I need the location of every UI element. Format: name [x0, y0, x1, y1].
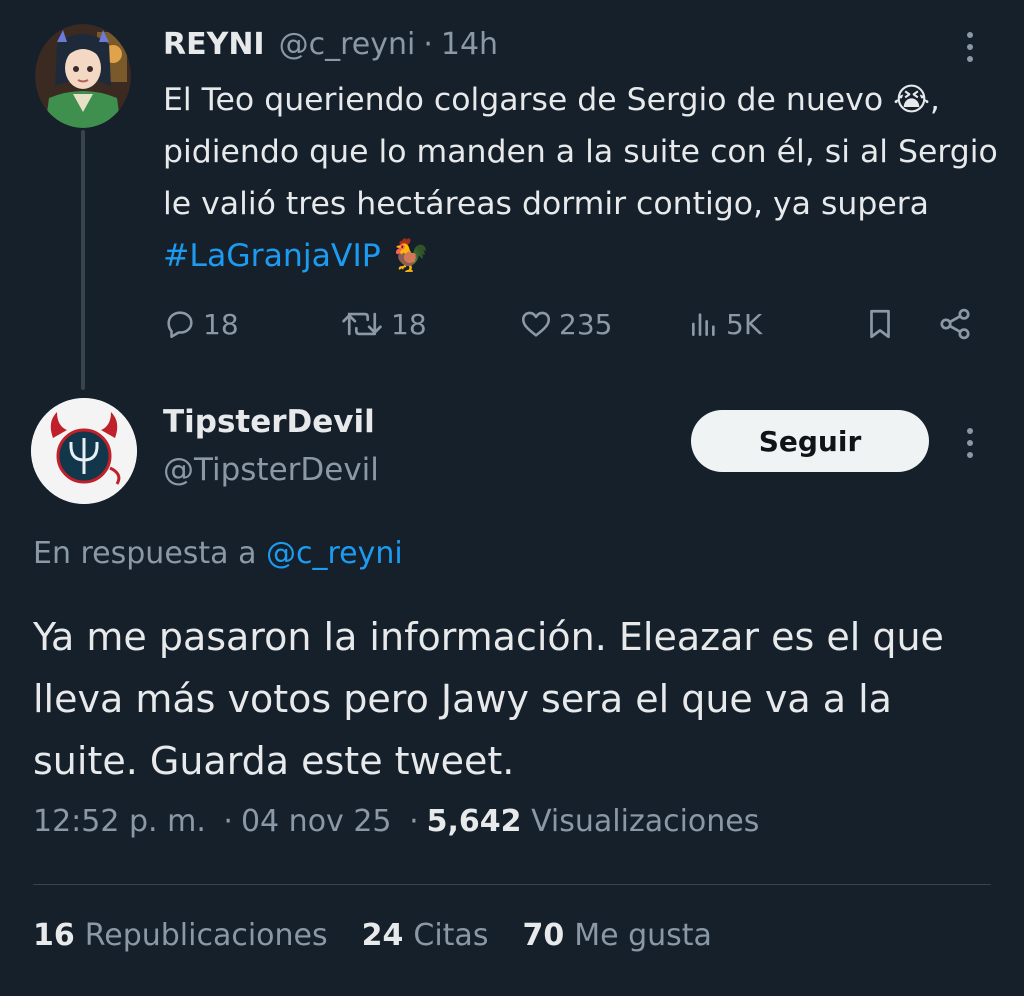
share-icon: [940, 308, 970, 340]
bookmark-icon: [870, 309, 890, 339]
reply-context: En respuesta a @c_reyni: [33, 536, 403, 571]
share-button[interactable]: [937, 300, 973, 348]
like-button[interactable]: 235: [519, 300, 612, 348]
analytics-icon: [692, 313, 715, 336]
tweet1-text: El Teo queriendo colgarse de Sergio de n…: [163, 74, 1003, 282]
reyni-avatar-illustration: [35, 24, 131, 128]
tipsterdevil-avatar[interactable]: [31, 398, 137, 504]
reyni-avatar[interactable]: [35, 24, 131, 128]
likes-label: Me gusta: [574, 918, 712, 953]
crying-face-emoji: 😭: [893, 82, 930, 118]
tweet1-header: REYNI @c_reyni · 14h: [163, 22, 498, 66]
tweet1-text-part1: El Teo queriendo colgarse de Sergio de n…: [163, 82, 884, 118]
bookmark-button[interactable]: [863, 300, 897, 348]
retweet-icon: [342, 312, 382, 336]
tweet2-handle[interactable]: @TipsterDevil: [163, 452, 379, 488]
reply-icon: [167, 311, 193, 339]
view-count: 5,642: [426, 804, 522, 839]
tweet1-action-bar: 18 18 235 5K: [163, 300, 983, 348]
retweet-count: 18: [391, 307, 427, 341]
republications-stat[interactable]: 16 Republicaciones: [33, 918, 328, 953]
likes-stat[interactable]: 70 Me gusta: [522, 918, 711, 953]
heart-icon: [521, 311, 551, 337]
tweet1-handle[interactable]: @c_reyni: [279, 27, 416, 62]
tweet2-meta: 12:52 p. m. · 04 nov 25 · 5,642 Visualizac…: [33, 804, 759, 839]
republications-count: 16: [33, 918, 75, 953]
tweet2-display-name[interactable]: TipsterDevil: [163, 404, 375, 440]
more-options-icon[interactable]: [966, 32, 974, 62]
tweet1-time[interactable]: 14h: [441, 27, 498, 62]
meta-separator: ·: [409, 804, 419, 839]
reply-count: 18: [203, 307, 239, 341]
hashtag-link[interactable]: #LaGranjaVIP: [163, 238, 381, 274]
more-options-icon[interactable]: [966, 428, 974, 458]
follow-button[interactable]: Seguir: [691, 410, 929, 472]
engagement-stats: 16 Republicaciones 24 Citas 70 Me gusta: [33, 918, 712, 953]
tweet-thread: REYNI @c_reyni · 14h El Teo queriendo co…: [0, 0, 1024, 996]
republications-label: Republicaciones: [84, 918, 328, 953]
divider: [33, 884, 991, 885]
quotes-count: 24: [361, 918, 404, 953]
reply-to-prefix: En respuesta a: [33, 536, 267, 571]
tweet2-time[interactable]: 12:52 p. m.: [33, 804, 206, 839]
reply-to-mention[interactable]: @c_reyni: [266, 536, 403, 571]
views-button[interactable]: 5K: [688, 300, 762, 348]
tweet1-display-name[interactable]: REYNI: [163, 27, 265, 62]
like-count: 235: [559, 307, 613, 341]
tweet1-separator: ·: [423, 26, 433, 62]
view-label: Visualizaciones: [531, 804, 760, 839]
thread-connector-line: [81, 130, 85, 390]
quotes-label: Citas: [413, 918, 489, 953]
tweet2-date[interactable]: 04 nov 25: [241, 804, 392, 839]
devil-trident-logo: [31, 398, 137, 504]
quotes-stat[interactable]: 24 Citas: [362, 918, 489, 953]
views-count: 5K: [726, 307, 763, 341]
likes-count: 70: [522, 918, 565, 953]
rooster-emoji: 🐓: [390, 238, 431, 274]
meta-separator: ·: [223, 804, 233, 839]
tweet2-text: Ya me pasaron la información. Eleazar es…: [33, 615, 944, 783]
reply-button[interactable]: 18: [163, 300, 239, 348]
retweet-button[interactable]: 18: [339, 300, 427, 348]
